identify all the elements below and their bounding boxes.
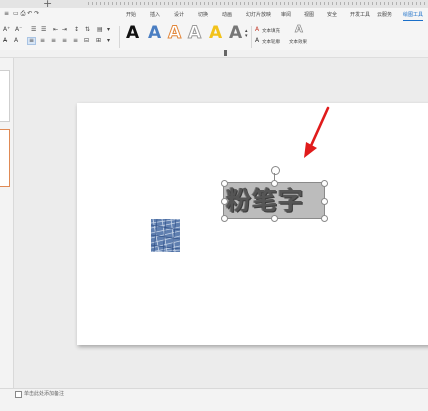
resize-handle-top-right[interactable] <box>321 180 328 187</box>
notes-bar <box>0 388 428 411</box>
ribbon-divider <box>251 26 252 48</box>
horizontal-ruler <box>0 50 428 58</box>
indent-increase-icon[interactable]: ⇥ <box>62 27 67 33</box>
wordart-style-yellow[interactable]: A <box>209 25 222 42</box>
vertical-align-icon[interactable]: ⊟ <box>84 38 89 44</box>
font-color-icon[interactable]: A <box>14 38 18 44</box>
tab-design[interactable]: 设计 <box>174 11 184 18</box>
quick-access-icons[interactable]: ▭ ⎙ ↶ ↷ <box>13 11 39 17</box>
slide-thumbnail[interactable] <box>0 70 10 122</box>
align-left-icon[interactable]: ≡ <box>27 37 37 45</box>
tab-insert[interactable]: 插入 <box>150 11 160 18</box>
indent-decrease-icon[interactable]: ⇤ <box>53 27 58 33</box>
slide-thumbnail-selected[interactable] <box>0 129 10 187</box>
resize-handle-bottom-left[interactable] <box>221 215 228 222</box>
font-grow-icon[interactable]: A⁺ <box>3 27 10 33</box>
more-icon[interactable]: ▾ <box>107 27 110 33</box>
text-outline-icon[interactable]: A <box>255 38 259 44</box>
number-list-icon[interactable]: ☰ <box>41 27 46 33</box>
chalk-texture-sample[interactable] <box>151 219 180 252</box>
resize-handle-top-left[interactable] <box>221 180 228 187</box>
tab-review[interactable]: 审阅 <box>281 11 291 18</box>
ribbon-divider <box>119 26 120 48</box>
clear-format-icon[interactable]: A̶ <box>3 38 7 44</box>
text-direction-icon[interactable]: ⇅ <box>85 27 90 33</box>
line-spacing-icon[interactable]: ↕ <box>74 27 79 33</box>
align-center-icon[interactable]: ≡ <box>40 38 45 44</box>
resize-handle-bottom[interactable] <box>271 215 278 222</box>
tab-drawing-tools[interactable]: 绘图工具 <box>403 11 424 21</box>
ruler-indent-marker[interactable] <box>224 50 227 56</box>
tab-view[interactable]: 视图 <box>304 11 314 18</box>
font-shrink-icon[interactable]: A⁻ <box>15 27 22 33</box>
more-icon[interactable]: ▾ <box>107 38 110 44</box>
wordart-style-gray-outline[interactable]: A <box>187 24 201 42</box>
tab-transition[interactable]: 切换 <box>198 11 208 18</box>
tab-animation[interactable]: 动画 <box>222 11 232 18</box>
tab-slideshow[interactable]: 幻灯片放映 <box>246 11 271 18</box>
wordart-style-gray[interactable]: A <box>229 25 242 42</box>
wordart-text[interactable]: 粉笔字 <box>226 183 324 218</box>
justify-icon[interactable]: ≡ <box>62 38 67 44</box>
resize-handle-right[interactable] <box>321 198 328 205</box>
red-arrow-annotation <box>304 106 330 158</box>
menu-icon[interactable]: ≡ <box>4 11 9 17</box>
style-gallery-scroll-icon[interactable]: ▴ ▾ <box>245 29 248 39</box>
smart-art-icon[interactable]: ⊞ <box>96 38 101 44</box>
notes-placeholder[interactable]: 单击此处添加备注 <box>24 390 64 397</box>
resize-handle-left[interactable] <box>221 198 228 205</box>
tab-security[interactable]: 安全 <box>327 11 337 18</box>
ruler-ticks <box>88 2 426 5</box>
notes-icon <box>15 391 22 398</box>
tab-cloud[interactable]: 云服务 <box>377 11 392 18</box>
distribute-icon[interactable]: ≡ <box>73 38 78 44</box>
menu-tab-bar: ≡ ▭ ⎙ ↶ ↷ 开始 插入 设计 切换 动画 幻灯片放映 审阅 视图 安全 … <box>0 8 428 24</box>
wordart-style-blue[interactable]: A <box>148 25 161 42</box>
text-fill-button[interactable]: 文本填充 <box>262 28 280 34</box>
text-fill-icon[interactable]: A <box>255 27 259 33</box>
text-outline-button[interactable]: 文本轮廓 <box>262 39 280 45</box>
ribbon: A⁺ A⁻ ☰ ☰ ⇤ ⇥ ↕ ⇅ ▤ ▾ A̶ A ≡ ≡ ≡ ≡ ≡ ⊟ ⊞… <box>0 24 428 51</box>
resize-handle-top[interactable] <box>271 180 278 187</box>
text-effect-icon[interactable]: A <box>295 24 303 35</box>
resize-handle-bottom-right[interactable] <box>321 215 328 222</box>
columns-icon[interactable]: ▤ <box>97 27 103 33</box>
tab-start[interactable]: 开始 <box>126 11 136 18</box>
rotate-handle[interactable] <box>271 166 280 175</box>
align-right-icon[interactable]: ≡ <box>51 38 56 44</box>
tab-developer[interactable]: 开发工具 <box>350 11 370 18</box>
wordart-style-black[interactable]: A <box>126 25 139 42</box>
wordart-style-orange-outline[interactable]: A <box>167 24 181 42</box>
slide-canvas[interactable] <box>77 103 428 345</box>
bullet-list-icon[interactable]: ☰ <box>31 27 36 33</box>
text-effect-button[interactable]: 文本效果 <box>289 39 307 45</box>
